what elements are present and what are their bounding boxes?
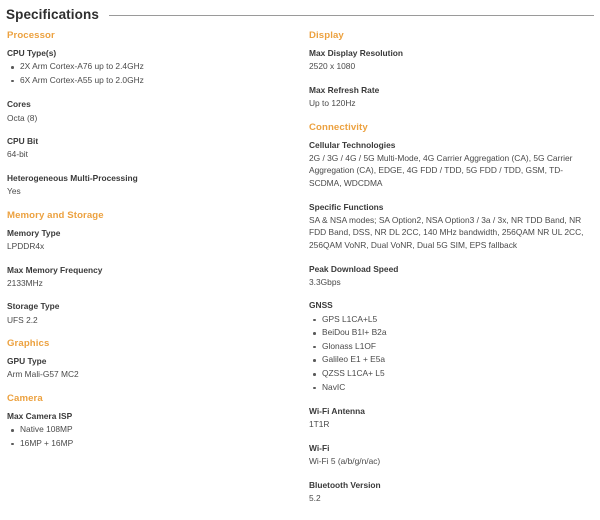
- spec-value: Arm Mali-G57 MC2: [7, 369, 79, 380]
- spec-label: Wi-Fi: [309, 443, 330, 454]
- section-heading: Memory and Storage: [7, 209, 104, 221]
- spec-label: Bluetooth Version: [309, 479, 381, 490]
- list-item: 16MP + 16MP: [7, 437, 300, 451]
- right-column: Display Max Display Resolution 2520 x 1080…: [308, 30, 600, 505]
- left-column: Processor CPU Type(s) 2X Arm Cortex-A76 up…: [0, 30, 308, 450]
- section-heading: Graphics: [7, 338, 50, 350]
- spec-cpu-bit: CPU Bit 64-bit: [7, 135, 300, 161]
- spec-max-camera-isp: Max Camera ISP Native 108MP 16MP + 16MP: [7, 410, 300, 450]
- spec-label: Max Memory Frequency: [7, 264, 103, 275]
- list-item: 6X Arm Cortex-A55 up to 2.0GHz: [7, 74, 300, 88]
- spec-value: Octa (8): [7, 112, 38, 123]
- section-camera: Camera Max Camera ISP Native 108MP 16MP + 1…: [7, 393, 300, 450]
- spec-value: Wi-Fi 5 (a/b/g/n/ac): [309, 456, 381, 467]
- list-item: QZSS L1CA+ L5: [309, 367, 592, 381]
- spec-wi-fi: Wi-Fi Wi-Fi 5 (a/b/g/n/ac): [309, 442, 592, 468]
- spec-label: Cellular Technologies: [309, 139, 396, 150]
- spec-value: Yes: [7, 186, 21, 197]
- spec-value: UFS 2.2: [7, 314, 38, 325]
- spec-value: 3.3Gbps: [309, 276, 341, 287]
- spec-label: Storage Type: [7, 301, 60, 312]
- specifications-columns: Processor CPU Type(s) 2X Arm Cortex-A76 up…: [0, 30, 600, 505]
- spec-label: Memory Type: [7, 227, 61, 238]
- spec-max-memory-frequency: Max Memory Frequency 2133MHz: [7, 264, 300, 290]
- section-heading: Camera: [7, 392, 43, 404]
- section-connectivity: Connectivity Cellular Technologies 2G / 3G…: [309, 122, 592, 505]
- spec-value-list: 2X Arm Cortex-A76 up to 2.4GHz 6X Arm Cor…: [7, 60, 300, 87]
- list-item: Galileo E1 + E5a: [309, 353, 592, 367]
- spec-label: Max Display Resolution: [309, 48, 404, 58]
- spec-value: LPDDR4x: [7, 240, 45, 251]
- spec-value-list: Native 108MP 16MP + 16MP: [7, 423, 300, 450]
- list-item: GPS L1CA+L5: [309, 313, 592, 327]
- spec-label: Specific Functions: [309, 201, 384, 212]
- spec-label: Cores: [7, 99, 31, 110]
- list-item: 2X Arm Cortex-A76 up to 2.4GHz: [7, 60, 300, 74]
- list-item: BeiDou B1I+ B2a: [309, 326, 592, 340]
- spec-specific-functions: Specific Functions SA & NSA modes; SA Opt…: [309, 201, 592, 252]
- spec-label: GPU Type: [7, 356, 47, 367]
- spec-value: 2G / 3G / 4G / 5G Multi-Mode, 4G Carrier…: [309, 152, 573, 188]
- section-heading: Processor: [7, 30, 55, 41]
- spec-label: Peak Download Speed: [309, 263, 399, 274]
- page-header: Specifications: [0, 0, 600, 22]
- spec-bluetooth-version: Bluetooth Version 5.2: [309, 479, 592, 505]
- spec-cpu-type-s: CPU Type(s) 2X Arm Cortex-A76 up to 2.4GH…: [7, 47, 300, 87]
- spec-label: Heterogeneous Multi-Processing: [7, 173, 138, 183]
- section-memory-and-storage: Memory and Storage Memory Type LPDDR4x Max …: [7, 210, 300, 326]
- spec-max-refresh-rate: Max Refresh Rate Up to 120Hz: [309, 84, 592, 110]
- spec-label: CPU Bit: [7, 136, 39, 147]
- spec-peak-download-speed: Peak Download Speed 3.3Gbps: [309, 263, 592, 289]
- list-item: Glonass L1OF: [309, 340, 592, 354]
- spec-storage-type: Storage Type UFS 2.2: [7, 300, 300, 326]
- spec-value: Up to 120Hz: [309, 97, 356, 108]
- page-title: Specifications: [6, 6, 99, 22]
- spec-value: SA & NSA modes; SA Option2, NSA Option3 …: [309, 214, 584, 251]
- spec-cellular-technologies: Cellular Technologies 2G / 3G / 4G / 5G M…: [309, 139, 592, 190]
- spec-cores: Cores Octa (8): [7, 98, 300, 124]
- spec-value: 64-bit: [7, 149, 28, 160]
- list-item: NavIC: [309, 381, 592, 395]
- spec-label: Max Camera ISP: [7, 410, 73, 421]
- specifications-page: Specifications Processor CPU Type(s) 2X Ar…: [0, 0, 600, 520]
- spec-max-display-resolution: Max Display Resolution 2520 x 1080: [309, 47, 592, 73]
- spec-label: CPU Type(s): [7, 48, 57, 58]
- section-graphics: Graphics GPU Type Arm Mali-G57 MC2: [7, 338, 300, 381]
- spec-memory-type: Memory Type LPDDR4x: [7, 227, 300, 253]
- section-processor: Processor CPU Type(s) 2X Arm Cortex-A76 up…: [7, 30, 300, 198]
- spec-gpu-type: GPU Type Arm Mali-G57 MC2: [7, 355, 300, 381]
- spec-gnss: GNSS GPS L1CA+L5 BeiDou B1I+ B2a Glonass L1…: [309, 299, 592, 394]
- section-heading: Connectivity: [309, 121, 368, 133]
- spec-value: 5.2: [309, 493, 321, 504]
- spec-value-list: GPS L1CA+L5 BeiDou B1I+ B2a Glonass L1OF Ga…: [309, 313, 592, 395]
- spec-label: GNSS: [309, 300, 333, 311]
- spec-value: 2133MHz: [7, 277, 43, 288]
- spec-wi-fi-antenna: Wi-Fi Antenna 1T1R: [309, 405, 592, 431]
- spec-label: Max Refresh Rate: [309, 84, 380, 95]
- spec-label: Wi-Fi Antenna: [309, 406, 365, 417]
- spec-value: 2520 x 1080: [309, 61, 356, 72]
- section-heading: Display: [309, 30, 344, 41]
- list-item: Native 108MP: [7, 423, 300, 437]
- spec-heterogeneous-multi-processing: Heterogeneous Multi-Processing Yes: [7, 172, 300, 198]
- section-display: Display Max Display Resolution 2520 x 1080…: [309, 30, 592, 110]
- spec-value: 1T1R: [309, 419, 330, 430]
- title-divider: [108, 14, 594, 16]
